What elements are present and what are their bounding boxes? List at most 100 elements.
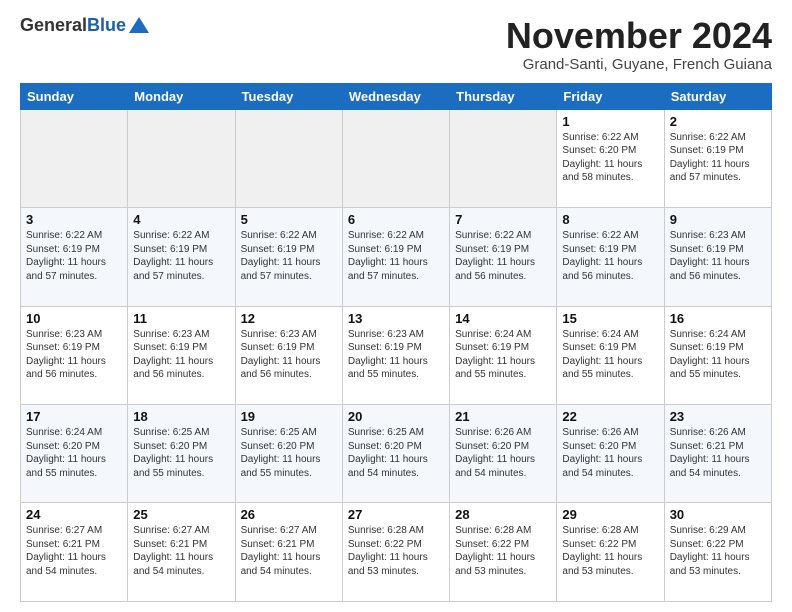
- day-info: Sunrise: 6:22 AM Sunset: 6:20 PM Dayligh…: [562, 131, 658, 185]
- calendar-cell: 30 Sunrise: 6:29 AM Sunset: 6:22 PM Dayli…: [664, 503, 771, 602]
- day-info: Sunrise: 6:22 AM Sunset: 6:19 PM Dayligh…: [455, 229, 551, 283]
- calendar-cell: 13 Sunrise: 6:23 AM Sunset: 6:19 PM Dayli…: [342, 306, 449, 404]
- day-info: Sunrise: 6:29 AM Sunset: 6:22 PM Dayligh…: [670, 524, 766, 578]
- col-saturday: Saturday: [664, 83, 771, 109]
- calendar-cell: [450, 109, 557, 207]
- col-thursday: Thursday: [450, 83, 557, 109]
- day-info: Sunrise: 6:26 AM Sunset: 6:21 PM Dayligh…: [670, 426, 766, 480]
- day-info: Sunrise: 6:27 AM Sunset: 6:21 PM Dayligh…: [26, 524, 122, 578]
- calendar-week-2: 10 Sunrise: 6:23 AM Sunset: 6:19 PM Dayli…: [21, 306, 772, 404]
- page: GeneralBlue November 2024 Grand-Santi, G…: [0, 0, 792, 612]
- calendar-cell: 16 Sunrise: 6:24 AM Sunset: 6:19 PM Dayli…: [664, 306, 771, 404]
- calendar-cell: [235, 109, 342, 207]
- calendar-cell: 18 Sunrise: 6:25 AM Sunset: 6:20 PM Dayli…: [128, 405, 235, 503]
- calendar-cell: [21, 109, 128, 207]
- calendar-cell: 3 Sunrise: 6:22 AM Sunset: 6:19 PM Daylig…: [21, 208, 128, 306]
- calendar-cell: 1Sunrise: 6:22 AM Sunset: 6:20 PM Daylig…: [557, 109, 664, 207]
- calendar-cell: 10 Sunrise: 6:23 AM Sunset: 6:19 PM Dayli…: [21, 306, 128, 404]
- day-number: 16: [670, 311, 766, 326]
- day-number: 28: [455, 507, 551, 522]
- day-info: Sunrise: 6:28 AM Sunset: 6:22 PM Dayligh…: [562, 524, 658, 578]
- day-number: 3: [26, 212, 122, 227]
- day-info: Sunrise: 6:23 AM Sunset: 6:19 PM Dayligh…: [241, 328, 337, 382]
- col-wednesday: Wednesday: [342, 83, 449, 109]
- calendar-cell: 12 Sunrise: 6:23 AM Sunset: 6:19 PM Dayli…: [235, 306, 342, 404]
- calendar-cell: 2Sunrise: 6:22 AM Sunset: 6:19 PM Daylig…: [664, 109, 771, 207]
- day-number: 7: [455, 212, 551, 227]
- logo-icon: [129, 17, 149, 33]
- calendar-cell: 17Sunrise: 6:24 AM Sunset: 6:20 PM Dayli…: [21, 405, 128, 503]
- calendar-cell: 6 Sunrise: 6:22 AM Sunset: 6:19 PM Daylig…: [342, 208, 449, 306]
- day-number: 14: [455, 311, 551, 326]
- calendar-cell: 22 Sunrise: 6:26 AM Sunset: 6:20 PM Dayli…: [557, 405, 664, 503]
- day-number: 15: [562, 311, 658, 326]
- day-number: 6: [348, 212, 444, 227]
- day-info: Sunrise: 6:24 AM Sunset: 6:20 PM Dayligh…: [26, 426, 122, 480]
- month-title: November 2024: [506, 16, 772, 56]
- day-info: Sunrise: 6:22 AM Sunset: 6:19 PM Dayligh…: [133, 229, 229, 283]
- calendar-cell: 9 Sunrise: 6:23 AM Sunset: 6:19 PM Daylig…: [664, 208, 771, 306]
- calendar-cell: 11 Sunrise: 6:23 AM Sunset: 6:19 PM Dayli…: [128, 306, 235, 404]
- calendar-cell: [342, 109, 449, 207]
- calendar-cell: 20Sunrise: 6:25 AM Sunset: 6:20 PM Dayli…: [342, 405, 449, 503]
- day-info: Sunrise: 6:25 AM Sunset: 6:20 PM Dayligh…: [348, 426, 444, 480]
- day-number: 21: [455, 409, 551, 424]
- day-info: Sunrise: 6:24 AM Sunset: 6:19 PM Dayligh…: [562, 328, 658, 382]
- day-number: 12: [241, 311, 337, 326]
- day-info: Sunrise: 6:22 AM Sunset: 6:19 PM Dayligh…: [241, 229, 337, 283]
- day-info: Sunrise: 6:28 AM Sunset: 6:22 PM Dayligh…: [455, 524, 551, 578]
- day-info: Sunrise: 6:22 AM Sunset: 6:19 PM Dayligh…: [348, 229, 444, 283]
- calendar-cell: [128, 109, 235, 207]
- calendar-cell: 19Sunrise: 6:25 AM Sunset: 6:20 PM Dayli…: [235, 405, 342, 503]
- header: GeneralBlue November 2024 Grand-Santi, G…: [20, 16, 772, 73]
- location: Grand-Santi, Guyane, French Guiana: [506, 56, 772, 73]
- day-info: Sunrise: 6:27 AM Sunset: 6:21 PM Dayligh…: [133, 524, 229, 578]
- calendar-cell: 14 Sunrise: 6:24 AM Sunset: 6:19 PM Dayli…: [450, 306, 557, 404]
- col-sunday: Sunday: [21, 83, 128, 109]
- day-info: Sunrise: 6:24 AM Sunset: 6:19 PM Dayligh…: [455, 328, 551, 382]
- logo: GeneralBlue: [20, 16, 149, 34]
- day-info: Sunrise: 6:22 AM Sunset: 6:19 PM Dayligh…: [562, 229, 658, 283]
- day-info: Sunrise: 6:24 AM Sunset: 6:19 PM Dayligh…: [670, 328, 766, 382]
- calendar-week-1: 3 Sunrise: 6:22 AM Sunset: 6:19 PM Daylig…: [21, 208, 772, 306]
- calendar-cell: 25 Sunrise: 6:27 AM Sunset: 6:21 PM Dayli…: [128, 503, 235, 602]
- calendar-cell: 15 Sunrise: 6:24 AM Sunset: 6:19 PM Dayli…: [557, 306, 664, 404]
- day-number: 29: [562, 507, 658, 522]
- day-info: Sunrise: 6:23 AM Sunset: 6:19 PM Dayligh…: [26, 328, 122, 382]
- col-monday: Monday: [128, 83, 235, 109]
- day-number: 18: [133, 409, 229, 424]
- day-number: 25: [133, 507, 229, 522]
- day-info: Sunrise: 6:23 AM Sunset: 6:19 PM Dayligh…: [133, 328, 229, 382]
- calendar-cell: 21Sunrise: 6:26 AM Sunset: 6:20 PM Dayli…: [450, 405, 557, 503]
- col-friday: Friday: [557, 83, 664, 109]
- day-number: 23: [670, 409, 766, 424]
- day-number: 22: [562, 409, 658, 424]
- calendar-cell: 5Sunrise: 6:22 AM Sunset: 6:19 PM Daylig…: [235, 208, 342, 306]
- day-number: 13: [348, 311, 444, 326]
- day-number: 9: [670, 212, 766, 227]
- col-tuesday: Tuesday: [235, 83, 342, 109]
- day-info: Sunrise: 6:23 AM Sunset: 6:19 PM Dayligh…: [348, 328, 444, 382]
- day-number: 10: [26, 311, 122, 326]
- day-info: Sunrise: 6:27 AM Sunset: 6:21 PM Dayligh…: [241, 524, 337, 578]
- day-number: 8: [562, 212, 658, 227]
- calendar-cell: 24Sunrise: 6:27 AM Sunset: 6:21 PM Dayli…: [21, 503, 128, 602]
- calendar-cell: 27Sunrise: 6:28 AM Sunset: 6:22 PM Dayli…: [342, 503, 449, 602]
- calendar-cell: 28 Sunrise: 6:28 AM Sunset: 6:22 PM Dayli…: [450, 503, 557, 602]
- title-area: November 2024 Grand-Santi, Guyane, Frenc…: [506, 16, 772, 73]
- day-info: Sunrise: 6:25 AM Sunset: 6:20 PM Dayligh…: [133, 426, 229, 480]
- calendar-cell: 23 Sunrise: 6:26 AM Sunset: 6:21 PM Dayli…: [664, 405, 771, 503]
- day-number: 26: [241, 507, 337, 522]
- day-info: Sunrise: 6:26 AM Sunset: 6:20 PM Dayligh…: [562, 426, 658, 480]
- day-number: 4: [133, 212, 229, 227]
- day-info: Sunrise: 6:22 AM Sunset: 6:19 PM Dayligh…: [26, 229, 122, 283]
- calendar-week-3: 17Sunrise: 6:24 AM Sunset: 6:20 PM Dayli…: [21, 405, 772, 503]
- day-number: 11: [133, 311, 229, 326]
- day-info: Sunrise: 6:22 AM Sunset: 6:19 PM Dayligh…: [670, 131, 766, 185]
- calendar-cell: 26 Sunrise: 6:27 AM Sunset: 6:21 PM Dayli…: [235, 503, 342, 602]
- calendar-week-0: 1Sunrise: 6:22 AM Sunset: 6:20 PM Daylig…: [21, 109, 772, 207]
- day-info: Sunrise: 6:28 AM Sunset: 6:22 PM Dayligh…: [348, 524, 444, 578]
- day-number: 19: [241, 409, 337, 424]
- day-info: Sunrise: 6:23 AM Sunset: 6:19 PM Dayligh…: [670, 229, 766, 283]
- day-number: 30: [670, 507, 766, 522]
